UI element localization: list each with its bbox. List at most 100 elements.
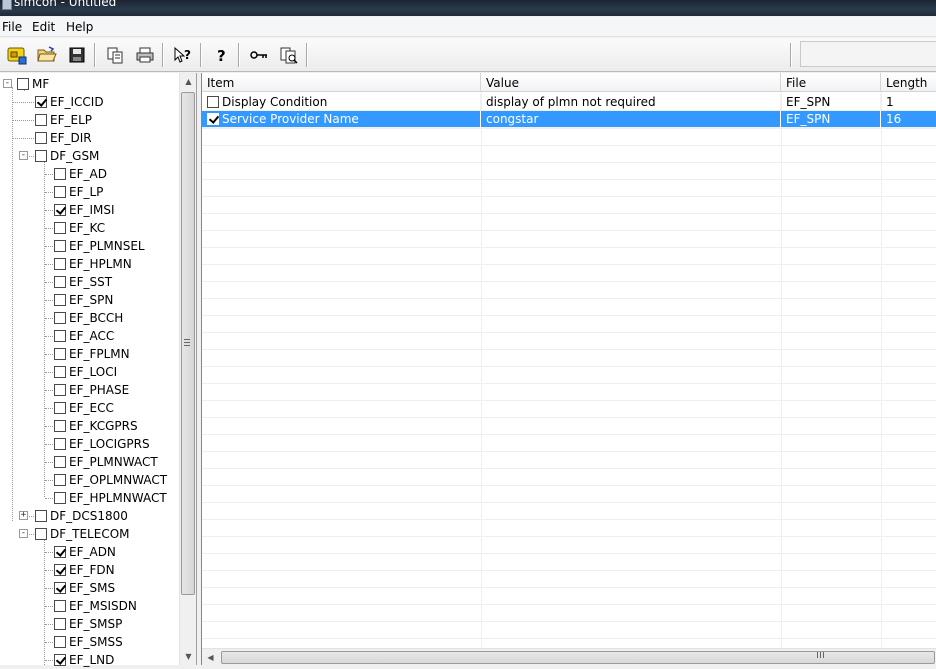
toolbar-field[interactable] (800, 41, 936, 67)
list-horizontal-scrollbar[interactable]: ◀ (202, 648, 936, 665)
cell-item: Service Provider Name (202, 111, 481, 128)
column-header-item[interactable]: Item (202, 73, 481, 92)
print-icon[interactable] (134, 44, 156, 66)
tree-checkbox[interactable] (54, 276, 66, 288)
tree-line (45, 570, 53, 571)
grid-column-line (781, 92, 782, 648)
grid-line (202, 349, 936, 350)
open-folder-icon[interactable] (36, 44, 58, 66)
tree-line (29, 534, 34, 535)
table-row[interactable]: Service Provider Name congstar EF_SPN 16 (202, 111, 936, 128)
tree-checkbox[interactable] (54, 564, 66, 576)
help-icon[interactable]: ? (210, 44, 232, 66)
tree-checkbox[interactable] (17, 78, 29, 90)
tree-checkbox[interactable] (54, 546, 66, 558)
collapse-icon[interactable]: - (19, 529, 28, 538)
scrollbar-thumb[interactable] (221, 651, 935, 664)
tree-checkbox[interactable] (35, 528, 47, 540)
tree-node-label: EF_PHASE (69, 383, 130, 397)
save-disk-icon[interactable] (66, 44, 88, 66)
tree-node-label: EF_DIR (50, 131, 92, 145)
grid-column-line (481, 92, 482, 648)
tree-checkbox[interactable] (54, 240, 66, 252)
tree-checkbox[interactable] (54, 348, 66, 360)
tree-scrollbar[interactable]: ▲ ▼ (179, 73, 196, 665)
toolbar-separator (238, 43, 240, 67)
column-header-value[interactable]: Value (481, 73, 781, 92)
expand-icon[interactable]: + (19, 511, 28, 520)
tree-line (45, 462, 53, 463)
tree-checkbox[interactable] (54, 294, 66, 306)
scroll-left-icon[interactable]: ◀ (202, 649, 219, 666)
tree-checkbox[interactable] (54, 384, 66, 396)
tree-node-label: EF_SMSP (69, 617, 123, 631)
tree-checkbox[interactable] (54, 600, 66, 612)
file-tree[interactable]: MF EF_ICCID EF_ELP EF_DIR DF_GSM EF_AD EF_LP EF… (0, 73, 197, 667)
tree-line (45, 318, 53, 319)
collapse-icon[interactable]: - (19, 151, 28, 160)
tree-checkbox[interactable] (54, 402, 66, 414)
tree-checkbox[interactable] (54, 654, 66, 666)
grid-line (202, 434, 936, 435)
tree-line (45, 426, 53, 427)
cell-file: EF_SPN (781, 94, 881, 111)
grid-line (202, 128, 936, 129)
table-row[interactable]: Display Condition display of plmn not re… (202, 94, 936, 111)
tree-checkbox[interactable] (35, 96, 47, 108)
tree-node-label: DF_GSM (50, 149, 100, 163)
menu-file[interactable]: File (0, 20, 24, 34)
tree-line (44, 539, 45, 665)
tree-checkbox[interactable] (35, 150, 47, 162)
copy-icon[interactable] (104, 44, 126, 66)
scroll-down-icon[interactable]: ▼ (180, 648, 197, 665)
tree-node-label: EF_SMS (69, 581, 116, 595)
tree-checkbox[interactable] (54, 168, 66, 180)
grid-line (202, 281, 936, 282)
new-card-icon[interactable] (6, 44, 28, 66)
tree-checkbox[interactable] (54, 204, 66, 216)
tree-node-label: EF_LND (69, 653, 115, 667)
tree-checkbox[interactable] (54, 582, 66, 594)
tree-checkbox[interactable] (54, 438, 66, 450)
tree-checkbox[interactable] (54, 636, 66, 648)
tree-checkbox[interactable] (54, 366, 66, 378)
tree-line (45, 210, 53, 211)
tree-node-label: MF (32, 77, 50, 91)
tree-line (45, 282, 53, 283)
tree-checkbox[interactable] (54, 330, 66, 342)
grid-line (202, 519, 936, 520)
tree-checkbox[interactable] (54, 492, 66, 504)
tree-line (45, 300, 53, 301)
collapse-icon[interactable]: - (3, 79, 12, 88)
tree-checkbox[interactable] (54, 618, 66, 630)
column-header-file[interactable]: File (781, 73, 881, 92)
tree-checkbox[interactable] (54, 474, 66, 486)
toolbar-separator (94, 43, 96, 67)
tree-line (45, 444, 53, 445)
menu-help[interactable]: Help (64, 20, 95, 34)
tree-checkbox[interactable] (35, 114, 47, 126)
compare-icon[interactable] (278, 44, 300, 66)
tree-line (45, 588, 53, 589)
detail-list[interactable]: Item Value File Length Display Condition… (201, 73, 936, 665)
tree-checkbox[interactable] (54, 312, 66, 324)
tree-checkbox[interactable] (35, 510, 47, 522)
tree-checkbox[interactable] (54, 258, 66, 270)
tree-checkbox[interactable] (35, 132, 47, 144)
title-bar: simcon - Untitled (0, 0, 936, 16)
menu-edit[interactable]: Edit (30, 20, 57, 34)
tree-checkbox[interactable] (54, 186, 66, 198)
grid-line (202, 417, 936, 418)
tree-checkbox[interactable] (54, 420, 66, 432)
scroll-up-icon[interactable]: ▲ (180, 73, 197, 90)
tree-node-label: EF_ICCID (50, 95, 104, 109)
context-help-icon[interactable]: ? (172, 44, 194, 66)
tree-line (13, 102, 34, 103)
tree-line (45, 336, 53, 337)
tree-checkbox[interactable] (54, 456, 66, 468)
key-icon[interactable] (248, 44, 270, 66)
grid-line (202, 247, 936, 248)
grid-column-line (881, 92, 882, 648)
column-header-length[interactable]: Length (881, 73, 936, 92)
tree-checkbox[interactable] (54, 222, 66, 234)
